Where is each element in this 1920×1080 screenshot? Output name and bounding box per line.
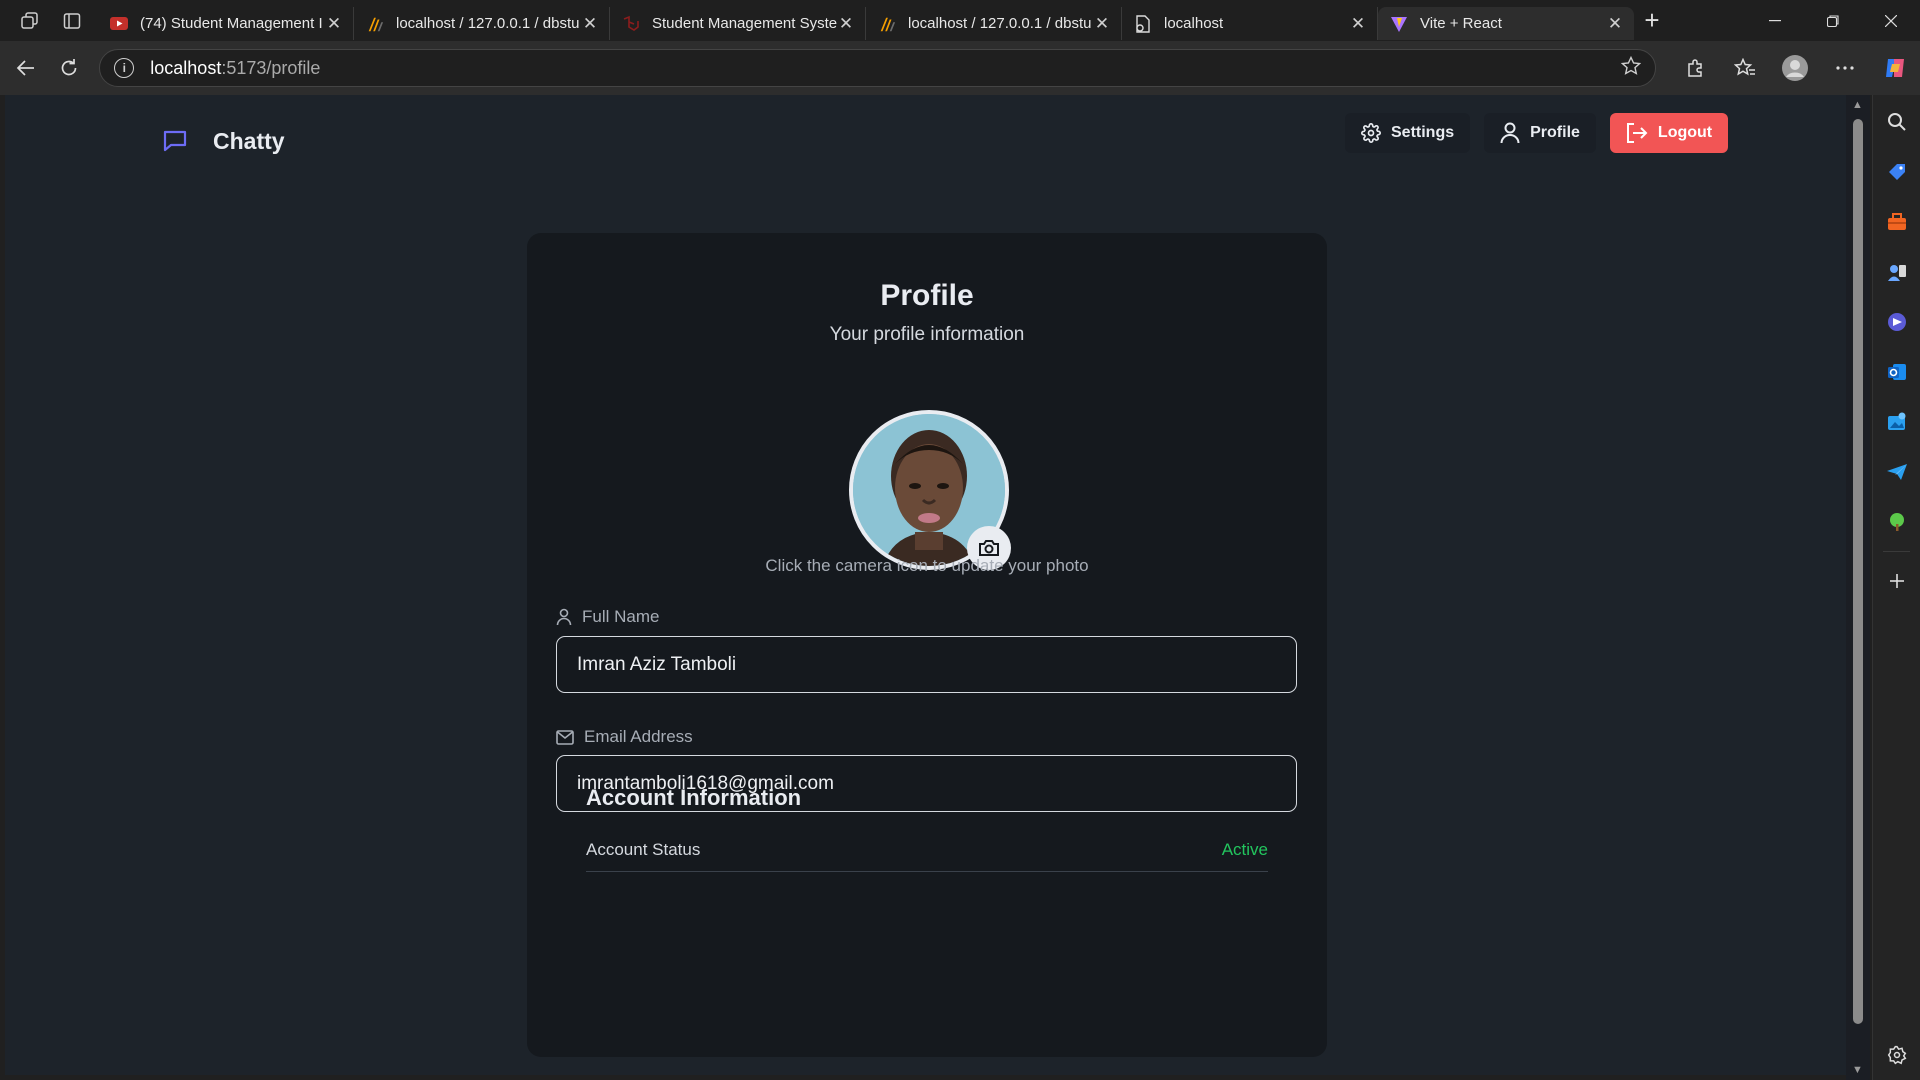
phpmyadmin-icon	[366, 15, 384, 33]
more-menu-icon[interactable]	[1820, 50, 1870, 86]
close-tab-icon[interactable]: ✕	[581, 14, 599, 34]
browser-tab[interactable]: (74) Student Management I ✕	[98, 7, 354, 40]
browser-tab[interactable]: Student Management Syste ✕	[610, 7, 866, 40]
shopping-tag-icon[interactable]	[1873, 147, 1920, 197]
settings-label: Settings	[1391, 124, 1455, 141]
close-tab-icon[interactable]: ✕	[325, 14, 343, 34]
copilot-sidebar-icon[interactable]	[1873, 297, 1920, 347]
logout-label: Logout	[1657, 124, 1713, 141]
logout-icon	[1626, 123, 1648, 143]
settings-button[interactable]: Settings	[1345, 113, 1471, 153]
tools-briefcase-icon[interactable]	[1873, 197, 1920, 247]
window-controls	[1746, 0, 1920, 41]
restore-icon[interactable]	[1804, 0, 1862, 41]
logout-button[interactable]: Logout	[1609, 113, 1729, 153]
copilot-icon[interactable]	[1870, 50, 1920, 86]
vite-icon	[1390, 15, 1408, 33]
browser-tab-bar: (74) Student Management I ✕ localhost / …	[0, 0, 1920, 41]
page-viewport: Chatty Settings Profile Logout Profile Y…	[5, 95, 1846, 1075]
add-sidebar-app-icon[interactable]	[1873, 556, 1920, 606]
tab-title: localhost / 127.0.0.1 / dbstu	[908, 15, 1092, 32]
account-info-heading: Account Information	[586, 785, 802, 810]
laravel-icon	[622, 15, 640, 33]
scroll-up-icon[interactable]: ▲	[1852, 99, 1863, 111]
profile-avatar-icon[interactable]	[1770, 50, 1820, 86]
page-subtitle: Your profile information	[829, 324, 1025, 345]
url-path: :5173/profile	[221, 57, 321, 78]
search-icon[interactable]	[1873, 97, 1920, 147]
browser-tab-active[interactable]: Vite + React ✕	[1378, 7, 1634, 40]
outlook-icon[interactable]	[1873, 347, 1920, 397]
mail-icon	[556, 729, 574, 745]
app-navbar: Chatty Settings Profile Logout	[5, 95, 1846, 175]
tab-title: Vite + React	[1420, 15, 1502, 32]
avatar-hint-text: Click the camera icon to update your pho…	[765, 556, 1089, 575]
site-info-icon[interactable]: i	[114, 58, 135, 78]
url-host: localhost	[150, 57, 222, 78]
brand[interactable]: Chatty	[155, 121, 285, 161]
browser-sidebar	[1872, 95, 1920, 1080]
favorite-star-icon[interactable]	[1620, 55, 1642, 81]
scroll-down-icon[interactable]: ▼	[1852, 1064, 1863, 1076]
send-icon[interactable]	[1873, 447, 1920, 497]
sidebar-settings-icon[interactable]	[1873, 1030, 1920, 1080]
profile-label: Profile	[1530, 124, 1580, 141]
email-label: Email Address	[556, 727, 693, 747]
address-bar[interactable]: i localhost:5173/profile	[99, 49, 1656, 87]
page-title: Profile	[880, 279, 974, 312]
close-window-icon[interactable]	[1862, 0, 1920, 41]
profile-card: Profile Your profile information Click t…	[527, 233, 1327, 1057]
account-status-row: Account Status Active	[586, 828, 1268, 872]
tab-title: localhost	[1164, 15, 1224, 32]
refresh-icon[interactable]	[52, 50, 88, 86]
page-scrollbar[interactable]: ▲ ▼	[1846, 95, 1870, 1080]
document-icon	[1134, 14, 1152, 33]
browser-toolbar: i localhost:5173/profile	[0, 41, 1920, 95]
close-tab-icon[interactable]: ✕	[1349, 14, 1367, 34]
tree-icon[interactable]	[1873, 497, 1920, 547]
browser-tab[interactable]: localhost / 127.0.0.1 / dbstu ✕	[354, 7, 610, 40]
scrollbar-thumb[interactable]	[1853, 119, 1863, 1024]
extensions-icon[interactable]	[1670, 50, 1720, 86]
tab-title: Student Management Syste	[652, 15, 837, 32]
phpmyadmin-icon	[878, 15, 896, 33]
full-name-label-text: Full Name	[582, 607, 660, 626]
games-icon[interactable]	[1873, 247, 1920, 297]
browser-tab[interactable]: localhost ✕	[1122, 7, 1378, 40]
workspaces-icon[interactable]	[16, 7, 44, 35]
account-status-badge: Active	[1221, 839, 1268, 859]
tab-actions-icon[interactable]	[58, 7, 86, 35]
favorites-icon[interactable]	[1720, 50, 1770, 86]
full-name-field[interactable]: Imran Aziz Tamboli	[556, 636, 1297, 693]
browser-tab[interactable]: localhost / 127.0.0.1 / dbstu ✕	[866, 7, 1122, 40]
user-icon	[556, 608, 572, 626]
navbar-actions: Settings Profile Logout	[1345, 113, 1729, 153]
email-label-text: Email Address	[584, 727, 693, 746]
minimize-icon[interactable]	[1746, 0, 1804, 41]
tab-title: (74) Student Management I	[140, 15, 323, 32]
designer-icon[interactable]	[1873, 397, 1920, 447]
full-name-label: Full Name	[556, 607, 659, 627]
new-tab-button[interactable]: +	[1634, 5, 1670, 36]
avatar-container	[849, 410, 1011, 570]
camera-icon	[979, 540, 999, 556]
youtube-icon	[110, 15, 128, 33]
account-status-label: Account Status	[586, 839, 701, 859]
tab-title: localhost / 127.0.0.1 / dbstu	[396, 15, 580, 32]
gear-icon	[1361, 123, 1381, 143]
back-icon[interactable]	[8, 50, 44, 86]
profile-button[interactable]: Profile	[1484, 113, 1596, 153]
brand-name: Chatty	[213, 127, 285, 154]
close-tab-icon[interactable]: ✕	[1093, 14, 1111, 34]
chat-bubble-icon	[155, 121, 195, 161]
close-tab-icon[interactable]: ✕	[837, 14, 855, 34]
user-icon	[1500, 122, 1520, 144]
close-tab-icon[interactable]: ✕	[1606, 14, 1624, 34]
